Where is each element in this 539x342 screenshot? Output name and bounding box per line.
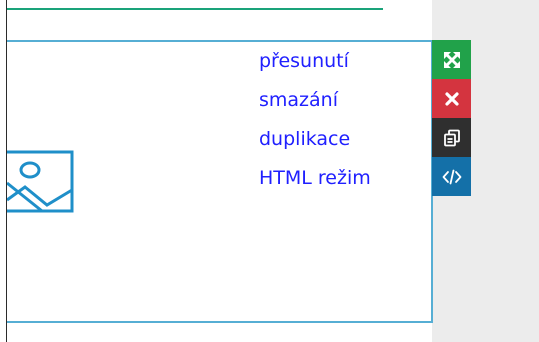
html-mode-link[interactable]: HTML režim: [259, 165, 371, 191]
close-icon: [444, 91, 459, 106]
block-action-menu: přesunutí smazání duplikace HTML režim: [259, 48, 371, 204]
delete-link[interactable]: smazání: [259, 87, 371, 113]
duplicate-button[interactable]: [432, 118, 471, 157]
block-toolbar: [432, 40, 471, 196]
code-icon: [442, 169, 462, 185]
html-mode-button[interactable]: [432, 157, 471, 196]
duplicate-link[interactable]: duplikace: [259, 126, 371, 152]
copy-icon: [443, 129, 461, 147]
top-accent-line: [7, 8, 383, 10]
move-link[interactable]: přesunutí: [259, 48, 371, 74]
delete-button[interactable]: [432, 79, 471, 118]
move-arrows-icon: [443, 51, 461, 69]
move-button[interactable]: [432, 40, 471, 79]
image-placeholder-icon[interactable]: [6, 150, 75, 218]
